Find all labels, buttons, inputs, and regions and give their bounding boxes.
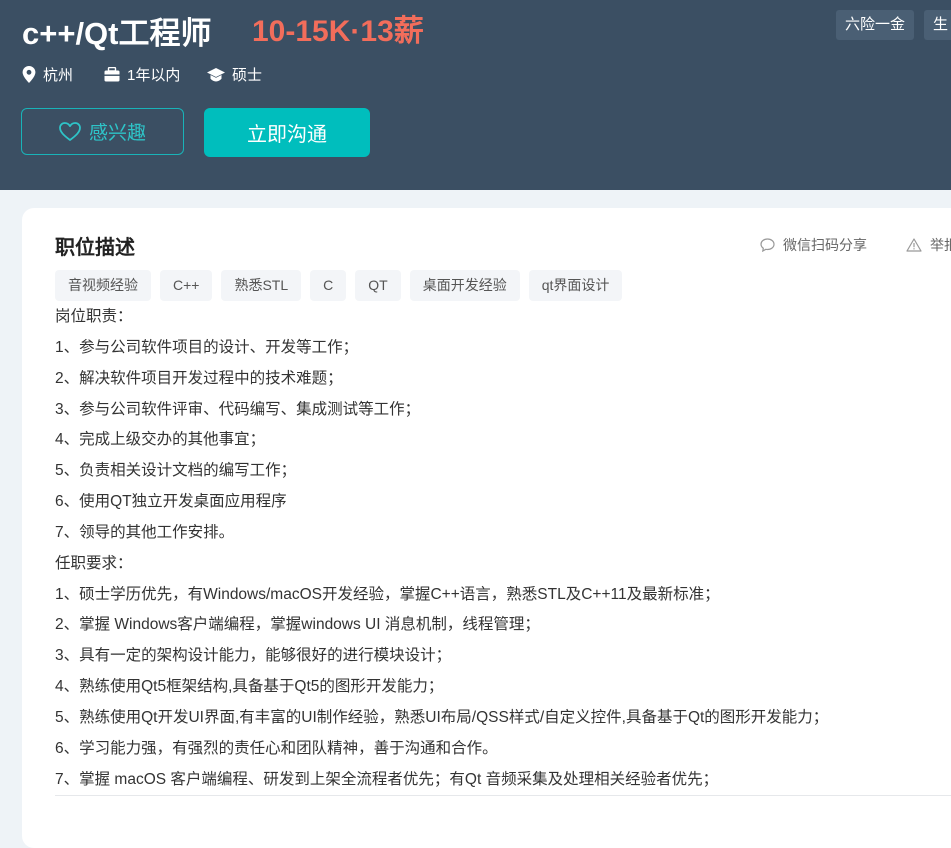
skill-tag: 桌面开发经验 <box>409 270 520 301</box>
benefit-badge: 六险一金 <box>836 10 915 40</box>
graduation-cap-icon <box>207 67 225 81</box>
skill-tag: 音视频经验 <box>55 270 151 301</box>
job-salary: 10-15K·13薪 <box>252 15 424 48</box>
location-text: 杭州 <box>43 67 74 84</box>
interest-button[interactable]: 感兴趣 <box>21 108 184 155</box>
chat-now-label: 立即沟通 <box>247 124 327 146</box>
skill-tag: C++ <box>160 270 213 301</box>
job-experience: 1年以内 <box>104 64 180 85</box>
description-line: 5、负责相关设计文档的编写工作； <box>55 462 297 480</box>
description-line: 4、完成上级交办的其他事宜； <box>55 431 266 449</box>
share-label: 微信扫码分享 <box>783 237 867 253</box>
job-location: 杭州 <box>22 64 73 85</box>
divider <box>55 795 951 796</box>
job-title: c++/Qt工程师 <box>22 16 212 51</box>
degree-text: 硕士 <box>232 67 263 84</box>
warning-icon <box>906 238 922 252</box>
description-line: 3、参与公司软件评审、代码编写、集成测试等工作； <box>55 400 421 418</box>
skill-tags: 音视频经验 C++ 熟悉STL C QT 桌面开发经验 qt界面设计 <box>55 270 631 301</box>
description-line: 7、领导的其他工作安排。 <box>55 523 235 541</box>
description-line: 岗位职责： <box>55 308 133 325</box>
description-line: 6、学习能力强，有强烈的责任心和团队精神，善于沟通和合作。 <box>55 739 498 757</box>
description-line: 3、具有一定的架构设计能力，能够很好的进行模块设计； <box>55 647 452 665</box>
briefcase-icon <box>104 67 120 82</box>
description-line: 7、掌握 macOS 客户端编程、研发到上架全流程者优先；有Qt 音频采集及处理… <box>55 770 719 788</box>
description-line: 1、硕士学历优先，有Windows/macOS开发经验，掌握C++语言，熟悉ST… <box>55 585 720 603</box>
description-line: 1、参与公司软件项目的设计、开发等工作； <box>55 338 359 356</box>
job-degree: 硕士 <box>207 64 262 85</box>
description-line: 2、掌握 Windows客户端编程，掌握windows UI 消息机制，线程管理… <box>55 616 540 634</box>
wechat-share-button[interactable]: 微信扫码分享 <box>760 235 867 255</box>
skill-tag: qt界面设计 <box>528 270 623 301</box>
location-pin-icon <box>22 66 36 83</box>
benefit-badge: 生 <box>924 10 951 40</box>
description-line: 5、熟练使用Qt开发UI界面,有丰富的UI制作经验，熟悉UI布局/QSS样式/自… <box>55 708 829 726</box>
section-title: 职位描述 <box>55 237 135 259</box>
chat-now-button[interactable]: 立即沟通 <box>204 108 370 157</box>
report-button[interactable]: 举报 <box>906 235 951 255</box>
description-line: 任职要求： <box>55 554 133 572</box>
heart-icon <box>59 122 81 141</box>
description-line: 2、解决软件项目开发过程中的技术难题； <box>55 369 343 387</box>
description-line: 6、使用QT独立开发桌面应用程序 <box>55 493 287 511</box>
description-line: 4、熟练使用Qt5框架结构,具备基于Qt5的图形开发能力； <box>55 678 444 696</box>
job-description-text: 岗位职责： 1、参与公司软件项目的设计、开发等工作； 2、解决软件项目开发过程中… <box>55 302 945 796</box>
interest-label: 感兴趣 <box>88 123 146 144</box>
job-header: c++/Qt工程师 10-15K·13薪 六险一金 生 杭州 1年以内 硕士 感… <box>0 0 951 190</box>
skill-tag: C <box>310 270 347 301</box>
chat-bubble-icon <box>760 238 775 252</box>
report-label: 举报 <box>930 237 951 253</box>
skill-tag: 熟悉STL <box>221 270 302 301</box>
skill-tag: QT <box>355 270 401 301</box>
experience-text: 1年以内 <box>127 67 181 84</box>
